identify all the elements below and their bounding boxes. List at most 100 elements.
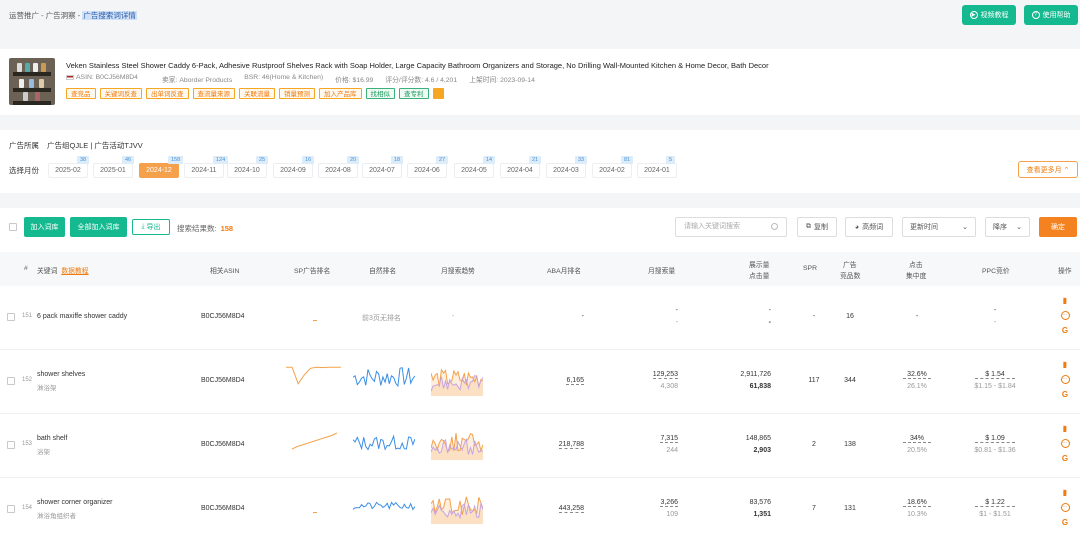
breadcrumb-item-ads[interactable]: 运营推广 [9, 11, 39, 20]
row-checkbox[interactable] [7, 441, 15, 449]
video-tutorial-button[interactable]: ▶ 视频教程 [962, 5, 1016, 25]
month-chip[interactable]: 2025-02 [48, 163, 88, 178]
tool-tag[interactable]: 关键词反查 [99, 88, 142, 99]
click-concentration: 32.6% [903, 371, 931, 379]
natural-rank-chart[interactable] [353, 434, 415, 452]
month-chip[interactable]: 2024-04 [500, 163, 540, 178]
google-icon[interactable]: G [1062, 390, 1068, 399]
monthly-trend-chart[interactable] [431, 492, 483, 524]
sp-rank-chart[interactable] [286, 365, 341, 387]
calendar-icon[interactable] [432, 88, 444, 99]
row-checkbox[interactable] [7, 505, 15, 513]
natural-rank-chart[interactable] [353, 366, 415, 388]
monthly-trend-chart[interactable] [431, 364, 483, 396]
col-concentration[interactable]: 集中度 [906, 270, 926, 280]
aba-rank: 218,788 [558, 441, 584, 449]
sp-rank-chart[interactable] [313, 511, 317, 514]
bar-chart-icon[interactable]: ▮ [1063, 424, 1067, 433]
copy-button[interactable]: ⧉ 复制 [797, 217, 837, 237]
col-spr[interactable]: SPR [803, 265, 817, 272]
related-asin[interactable]: B0CJ56M8D4 [201, 313, 245, 320]
related-asin[interactable]: B0CJ56M8D4 [201, 505, 245, 512]
help-button[interactable]: ? 使用帮助 [1024, 5, 1078, 25]
tool-tag[interactable]: 关联流量 [239, 88, 275, 99]
add-to-library-button[interactable]: 加入词库 [24, 217, 65, 237]
table-row[interactable] [0, 414, 1080, 478]
keyword-text[interactable]: shower shelves [37, 371, 85, 378]
keyword-text[interactable]: bath shelf [37, 435, 67, 442]
product-title[interactable]: Veken Stainless Steel Shower Caddy 6-Pac… [66, 61, 769, 70]
month-chip[interactable]: 2025-01 [93, 163, 133, 178]
month-chip[interactable]: 2024-08 [318, 163, 358, 178]
tool-tag-green[interactable]: 找相似 [365, 88, 395, 99]
col-impressions[interactable]: 展示量 [749, 259, 769, 269]
month-chip[interactable]: 2024-10 [227, 163, 267, 178]
bar-chart-icon[interactable]: ▮ [1063, 296, 1067, 305]
frequent-words-button[interactable]: ◕ 高频词 [845, 217, 893, 237]
more-icon[interactable]: ⋯ [1060, 439, 1070, 448]
select-all-checkbox[interactable] [9, 223, 17, 231]
keyword-text[interactable]: shower corner organizer [37, 499, 112, 506]
google-icon[interactable]: G [1062, 454, 1068, 463]
sp-rank-chart[interactable] [313, 319, 317, 322]
more-months-button[interactable]: 查看更多月 ⌃ [1018, 161, 1078, 178]
tool-tag[interactable]: 出单词反查 [146, 88, 189, 99]
related-asin[interactable]: B0CJ56M8D4 [201, 441, 245, 448]
month-chip[interactable]: 2024-07 [362, 163, 402, 178]
add-all-to-library-button[interactable]: 全部加入词库 [70, 217, 127, 237]
tool-tag[interactable]: 销量预测 [279, 88, 315, 99]
col-clicks[interactable]: 点击量 [749, 270, 769, 280]
col-competitors[interactable]: 竞品数 [840, 270, 860, 280]
seller-info[interactable]: 卖家: Aborder Products [162, 74, 232, 84]
breadcrumb-item-insights[interactable]: 广告洞察 [46, 11, 76, 20]
tool-tag[interactable]: 查流量来源 [192, 88, 235, 99]
row-checkbox[interactable] [7, 313, 15, 321]
month-chip[interactable]: 2024-09 [273, 163, 313, 178]
daily-search-volume: 244 [666, 447, 678, 454]
related-asin[interactable]: B0CJ56M8D4 [201, 377, 245, 384]
impressions: 83,576 [749, 499, 771, 506]
bsr-info: BSR: 46(Home & Kitchen) [244, 74, 324, 81]
month-chip[interactable]: 2024-05 [454, 163, 494, 178]
sort-order-select[interactable]: 降序 ⌄ [985, 217, 1030, 237]
ad-owner: 广告所属 广告组QJLE | 广告活动TJVV [9, 140, 143, 151]
month-chip[interactable]: 2024-12 [139, 163, 179, 178]
tool-tag-green[interactable]: 查专利 [399, 88, 429, 99]
natural-rank-chart[interactable] [353, 500, 415, 512]
data-tutorial-link[interactable]: 数据教程 [61, 268, 88, 275]
more-icon[interactable]: ⋯ [1060, 375, 1070, 384]
bar-chart-icon[interactable]: ▮ [1063, 360, 1067, 369]
google-icon[interactable]: G [1062, 518, 1068, 527]
col-keyword[interactable]: 关键词 数据教程 [37, 265, 89, 275]
export-button[interactable]: ⤓ 导出 [132, 219, 170, 235]
google-icon[interactable]: G [1062, 326, 1068, 335]
more-icon[interactable]: ⋯ [1060, 503, 1070, 512]
row-checkbox[interactable] [7, 377, 15, 385]
sort-field-select[interactable]: 更新时间 ⌄ [902, 217, 976, 237]
sp-rank-chart[interactable] [292, 432, 337, 450]
col-ppc[interactable]: PPC竞价 [982, 265, 1010, 275]
month-chip[interactable]: 2024-11 [184, 163, 224, 178]
monthly-search-volume: 129,253 [652, 371, 678, 379]
keyword-search-input[interactable]: 请输入关键词搜索 [675, 217, 787, 237]
col-monthly-search[interactable]: 月搜索量 [648, 265, 675, 275]
month-chip[interactable]: 2024-02 [592, 163, 632, 178]
tool-tag[interactable]: 加入产品库 [319, 88, 362, 99]
month-chip[interactable]: 2024-03 [546, 163, 586, 178]
month-chip[interactable]: 2024-06 [407, 163, 447, 178]
col-click[interactable]: 点击 [909, 259, 923, 269]
table-row[interactable] [0, 350, 1080, 414]
asin-info[interactable]: ASIN: B0CJ56M8D4 [66, 74, 150, 84]
confirm-button[interactable]: 确定 [1039, 217, 1077, 237]
month-chip[interactable]: 2024-01 [637, 163, 677, 178]
col-aba-rank[interactable]: ABA月排名 [547, 265, 581, 275]
col-ad-products[interactable]: 广告 [843, 259, 857, 269]
bar-chart-icon[interactable]: ▮ [1063, 488, 1067, 497]
frequent-words-label: 高频词 [862, 224, 884, 231]
more-icon[interactable]: ⋯ [1060, 311, 1070, 320]
monthly-trend-chart[interactable] [431, 428, 483, 460]
tool-tag[interactable]: 查竞品 [66, 88, 96, 99]
product-image[interactable] [9, 58, 55, 105]
copy-icon: ⧉ [806, 223, 811, 230]
keyword-text[interactable]: 6 pack maxiffe shower caddy [37, 313, 127, 320]
